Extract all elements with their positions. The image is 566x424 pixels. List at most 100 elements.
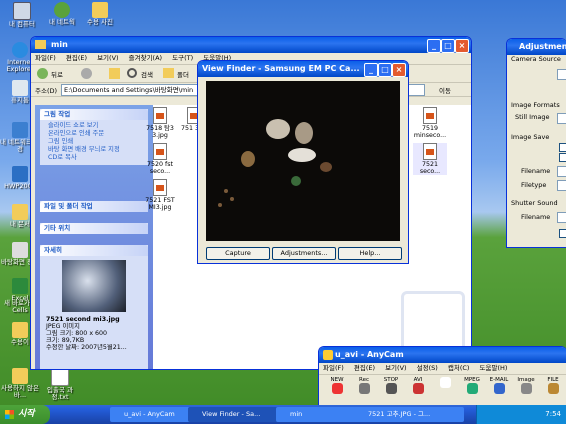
viewfinder-title-bar[interactable]: View Finder - Samsung EM PC Ca... _ □ × bbox=[198, 61, 408, 77]
folders-button[interactable]: 폴더 bbox=[177, 69, 189, 79]
search-button[interactable]: 검색 bbox=[141, 69, 153, 79]
set-background-link[interactable]: 바탕 화면 배경 무늬로 지정 bbox=[40, 146, 148, 154]
icon-label: 내 컴퓨터 bbox=[9, 20, 35, 28]
adjustments-button[interactable]: Adjustments... bbox=[272, 247, 336, 260]
minimize-button[interactable]: _ bbox=[427, 39, 441, 53]
anycam-title-bar[interactable]: u_avi - AnyCam bbox=[319, 347, 566, 363]
sound-filename-input[interactable] bbox=[557, 212, 566, 223]
camera-source-label: Camera Source bbox=[511, 55, 561, 63]
menu-file[interactable]: 파일(F) bbox=[35, 54, 56, 62]
maximize-button[interactable]: □ bbox=[378, 63, 392, 77]
explorer-title-bar[interactable]: min _ □ × bbox=[31, 37, 471, 53]
adjustments-window[interactable]: Adjustments Camera Source Image Formats … bbox=[506, 38, 566, 248]
anycam-tool-button[interactable]: NEW bbox=[325, 377, 349, 401]
file-item[interactable]: 7519 minseco... bbox=[413, 107, 447, 139]
windows-logo-icon bbox=[5, 410, 14, 419]
still-image-select[interactable] bbox=[557, 113, 566, 124]
folder-icon bbox=[35, 40, 46, 49]
other-places-header[interactable]: 기타 위치 bbox=[40, 223, 148, 234]
details-modified: 수정한 날짜: 2007년5월21... bbox=[46, 344, 127, 351]
adjustments-title-bar[interactable]: Adjustments bbox=[507, 39, 566, 55]
picture-tasks-header[interactable]: 그림 작업 bbox=[40, 109, 148, 120]
menu-edit[interactable]: 편집(E) bbox=[354, 364, 375, 372]
tool-icon bbox=[466, 383, 478, 394]
anycam-tool-button[interactable]: Rec bbox=[352, 377, 376, 401]
menu-settings[interactable]: 설정(S) bbox=[417, 364, 438, 372]
icon-label: 휴지통 bbox=[11, 96, 29, 104]
go-button[interactable]: 이동 bbox=[439, 85, 451, 95]
details-type: JPEG 이미지 bbox=[46, 323, 80, 330]
file-item[interactable]: 7520 fst seco... bbox=[143, 143, 177, 175]
folder-icon bbox=[12, 368, 28, 384]
minimize-button[interactable]: _ bbox=[364, 63, 378, 77]
order-prints-link[interactable]: 온라인으로 인쇄 주문 bbox=[40, 130, 148, 138]
details-dimensions: 그림 크기: 800 x 600 bbox=[46, 330, 108, 337]
anycam-tool-button[interactable]: STOP bbox=[379, 377, 403, 401]
up-folder-icon[interactable] bbox=[109, 68, 120, 79]
tool-icon bbox=[520, 383, 532, 394]
image-formats-label: Image Formats bbox=[511, 101, 560, 109]
anycam-tool-button[interactable]: FILE bbox=[541, 377, 565, 401]
recycle-bin-icon bbox=[12, 80, 28, 96]
taskbar-button-min[interactable]: min bbox=[276, 407, 364, 422]
file-tasks-panel: 파일 및 폴더 작업 bbox=[40, 201, 148, 212]
icon-label: 입출국 과정.txt bbox=[47, 386, 73, 401]
tool-icon bbox=[385, 383, 397, 394]
desktop-icon-unused[interactable]: 사용하지 않은 바... bbox=[0, 368, 40, 399]
close-button[interactable]: × bbox=[392, 63, 406, 77]
start-button[interactable]: 시작 bbox=[0, 405, 50, 424]
checkbox[interactable] bbox=[559, 153, 566, 162]
file-item[interactable]: 7518 탐3 3.jpg bbox=[143, 107, 177, 139]
desktop-icon-textfile[interactable]: 입출국 과정.txt bbox=[40, 368, 80, 401]
taskbar-button-anycam[interactable]: u_avi - AnyCam bbox=[110, 407, 198, 422]
menu-file[interactable]: 파일(F) bbox=[323, 364, 344, 372]
desktop-icon-my-computer[interactable]: 내 컴퓨터 bbox=[2, 2, 42, 28]
jpeg-file-icon bbox=[153, 179, 167, 196]
menu-tools[interactable]: 도구(T) bbox=[172, 54, 193, 62]
hwp-icon bbox=[12, 166, 28, 182]
close-button[interactable]: × bbox=[455, 39, 469, 53]
menu-view[interactable]: 보기(V) bbox=[385, 364, 406, 372]
anycam-tool-button[interactable] bbox=[433, 377, 457, 401]
menu-view[interactable]: 보기(V) bbox=[97, 54, 118, 62]
camera-preview bbox=[206, 81, 400, 241]
forward-arrow-icon[interactable] bbox=[81, 68, 92, 79]
capture-button[interactable]: Capture bbox=[206, 247, 270, 260]
file-item[interactable]: 7521 FST MI3.jpg bbox=[143, 179, 177, 211]
anycam-tool-button[interactable]: AVI bbox=[406, 377, 430, 401]
menu-help[interactable]: 도움말(H) bbox=[480, 364, 508, 372]
jpeg-file-icon bbox=[153, 107, 167, 124]
details-header[interactable]: 자세히 bbox=[40, 245, 148, 256]
menu-capture[interactable]: 캡처(C) bbox=[448, 364, 470, 372]
menu-edit[interactable]: 편집(E) bbox=[66, 54, 87, 62]
desktop-icon-folder[interactable]: 수용 사진 bbox=[80, 2, 120, 26]
filename-input[interactable] bbox=[557, 166, 566, 177]
anycam-tool-button[interactable]: Image bbox=[514, 377, 538, 401]
anycam-tool-button[interactable]: E-MAIL bbox=[487, 377, 511, 401]
back-arrow-icon[interactable] bbox=[37, 68, 48, 79]
camera-source-select[interactable] bbox=[557, 69, 566, 80]
file-tasks-header[interactable]: 파일 및 폴더 작업 bbox=[40, 201, 148, 212]
copy-to-cd-link[interactable]: CD로 복사 bbox=[40, 154, 148, 165]
viewfinder-window[interactable]: View Finder - Samsung EM PC Ca... _ □ × … bbox=[197, 60, 409, 264]
internet-explorer-icon bbox=[12, 42, 28, 58]
taskbar-button-image[interactable]: 7521 고추.JPG - 그... bbox=[354, 407, 464, 422]
menu-favorites[interactable]: 즐겨찾기(A) bbox=[129, 54, 162, 62]
taskbar-button-viewfinder[interactable]: View Finder - Sa... bbox=[188, 407, 286, 422]
clock: 7:54 bbox=[545, 410, 561, 418]
file-item-selected[interactable]: 7521 seco... bbox=[413, 143, 447, 175]
anycam-tool-button[interactable]: MPEG bbox=[460, 377, 484, 401]
maximize-button[interactable]: □ bbox=[441, 39, 455, 53]
slideshow-link[interactable]: 슬라이드 쇼로 보기 bbox=[40, 122, 148, 130]
anycam-icon bbox=[323, 350, 333, 360]
help-button[interactable]: Help... bbox=[338, 247, 402, 260]
desktop-icon-messenger[interactable]: 내 네트웍 bbox=[42, 2, 82, 26]
back-button[interactable]: 뒤로 bbox=[51, 69, 63, 79]
anycam-window[interactable]: u_avi - AnyCam 파일(F) 편집(E) 보기(V) 설정(S) 캡… bbox=[318, 346, 566, 406]
checkbox[interactable] bbox=[559, 229, 566, 238]
print-link[interactable]: 그림 인쇄 bbox=[40, 138, 148, 146]
computer-icon bbox=[13, 2, 31, 20]
checkbox[interactable] bbox=[559, 143, 566, 152]
other-places-panel: 기타 위치 bbox=[40, 223, 148, 234]
filetype-select[interactable] bbox=[557, 180, 566, 191]
